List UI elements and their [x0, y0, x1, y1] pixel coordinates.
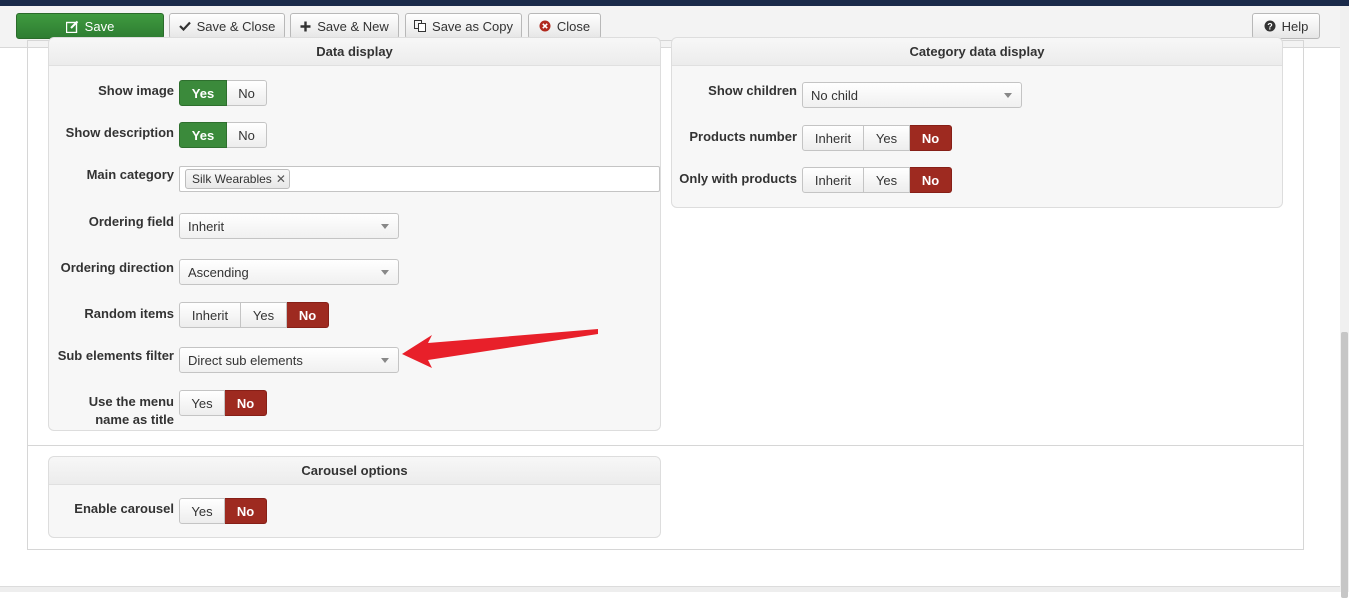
enable-carousel-no[interactable]: No — [225, 498, 267, 524]
enable-carousel-label: Enable carousel — [74, 501, 174, 516]
only-with-products-no[interactable]: No — [910, 167, 952, 193]
scrollbar[interactable] — [1340, 6, 1349, 598]
edit-icon — [65, 20, 79, 33]
show-description-yes[interactable]: Yes — [179, 122, 227, 148]
save-new-label: Save & New — [317, 18, 389, 34]
show-children-label: Show children — [708, 83, 797, 98]
plus-icon — [300, 21, 311, 32]
use-menu-name-label: Use the menu name as title — [48, 393, 174, 429]
ordering-direction-value: Ascending — [188, 264, 249, 280]
show-image-yes[interactable]: Yes — [179, 80, 227, 106]
show-description-no[interactable]: No — [227, 122, 267, 148]
dropdown-caret-icon — [1004, 93, 1012, 98]
copy-icon — [414, 20, 427, 32]
question-circle-icon: ? — [1264, 20, 1276, 32]
carousel-title: Carousel options — [49, 457, 660, 485]
show-description-label: Show description — [65, 125, 174, 140]
enable-carousel-yes[interactable]: Yes — [179, 498, 225, 524]
save-button[interactable]: Save — [16, 13, 164, 39]
show-description-toggle: Yes No — [179, 122, 267, 148]
only-with-products-toggle: Inherit Yes No — [802, 167, 952, 193]
sub-elements-filter-select[interactable]: Direct sub elements — [179, 347, 399, 373]
products-number-inherit[interactable]: Inherit — [802, 125, 864, 151]
show-children-select[interactable]: No child — [802, 82, 1022, 108]
close-circle-icon — [539, 20, 551, 32]
show-children-value: No child — [811, 87, 858, 103]
ordering-field-label: Ordering field — [88, 214, 174, 229]
remove-tag-icon[interactable]: ✕ — [276, 172, 286, 186]
svg-text:?: ? — [1267, 21, 1273, 31]
save-close-button[interactable]: Save & Close — [169, 13, 285, 39]
scroll-thumb[interactable] — [1341, 332, 1348, 598]
show-image-no[interactable]: No — [227, 80, 267, 106]
use-menu-name-yes[interactable]: Yes — [179, 390, 225, 416]
section-divider — [27, 445, 1304, 446]
category-tag: Silk Wearables ✕ — [185, 169, 290, 189]
save-new-button[interactable]: Save & New — [290, 13, 399, 39]
products-number-toggle: Inherit Yes No — [802, 125, 952, 151]
main-category-label: Main category — [86, 167, 174, 182]
check-icon — [178, 21, 191, 31]
random-items-no[interactable]: No — [287, 302, 329, 328]
only-with-products-label: Only with products — [679, 171, 797, 186]
ordering-field-value: Inherit — [188, 218, 225, 234]
random-items-yes[interactable]: Yes — [241, 302, 287, 328]
only-with-products-inherit[interactable]: Inherit — [802, 167, 864, 193]
help-button[interactable]: ? Help — [1252, 13, 1320, 39]
ordering-direction-label: Ordering direction — [60, 260, 174, 275]
footer-divider — [0, 586, 1340, 592]
sub-elements-filter-value: Direct sub elements — [188, 352, 303, 368]
use-menu-name-no[interactable]: No — [225, 390, 267, 416]
ordering-direction-select[interactable]: Ascending — [179, 259, 399, 285]
carousel-panel: Carousel options — [48, 456, 661, 538]
random-items-toggle: Inherit Yes No — [179, 302, 329, 328]
dropdown-caret-icon — [381, 224, 389, 229]
use-menu-name-label-line2: name as title — [95, 412, 174, 427]
random-items-inherit[interactable]: Inherit — [179, 302, 241, 328]
save-label: Save — [84, 18, 115, 34]
dropdown-caret-icon — [381, 270, 389, 275]
use-menu-name-toggle: Yes No — [179, 390, 267, 416]
sub-elements-filter-label: Sub elements filter — [57, 348, 174, 363]
enable-carousel-toggle: Yes No — [179, 498, 267, 524]
dropdown-caret-icon — [381, 358, 389, 363]
data-display-title: Data display — [49, 38, 660, 66]
main-category-input[interactable]: Silk Wearables ✕ — [179, 166, 660, 192]
show-image-toggle: Yes No — [179, 80, 267, 106]
products-number-label: Products number — [689, 129, 797, 144]
use-menu-name-label-line1: Use the menu — [88, 394, 174, 409]
products-number-no[interactable]: No — [910, 125, 952, 151]
category-display-title: Category data display — [672, 38, 1282, 66]
close-button[interactable]: Close — [528, 13, 601, 39]
help-label: Help — [1281, 18, 1309, 34]
category-tag-label: Silk Wearables — [192, 172, 272, 186]
only-with-products-yes[interactable]: Yes — [864, 167, 910, 193]
ordering-field-select[interactable]: Inherit — [179, 213, 399, 239]
save-copy-button[interactable]: Save as Copy — [405, 13, 522, 39]
close-label: Close — [556, 18, 591, 34]
random-items-label: Random items — [84, 306, 174, 321]
save-copy-label: Save as Copy — [432, 18, 513, 34]
save-close-label: Save & Close — [196, 18, 276, 34]
products-number-yes[interactable]: Yes — [864, 125, 910, 151]
show-image-label: Show image — [98, 83, 174, 98]
